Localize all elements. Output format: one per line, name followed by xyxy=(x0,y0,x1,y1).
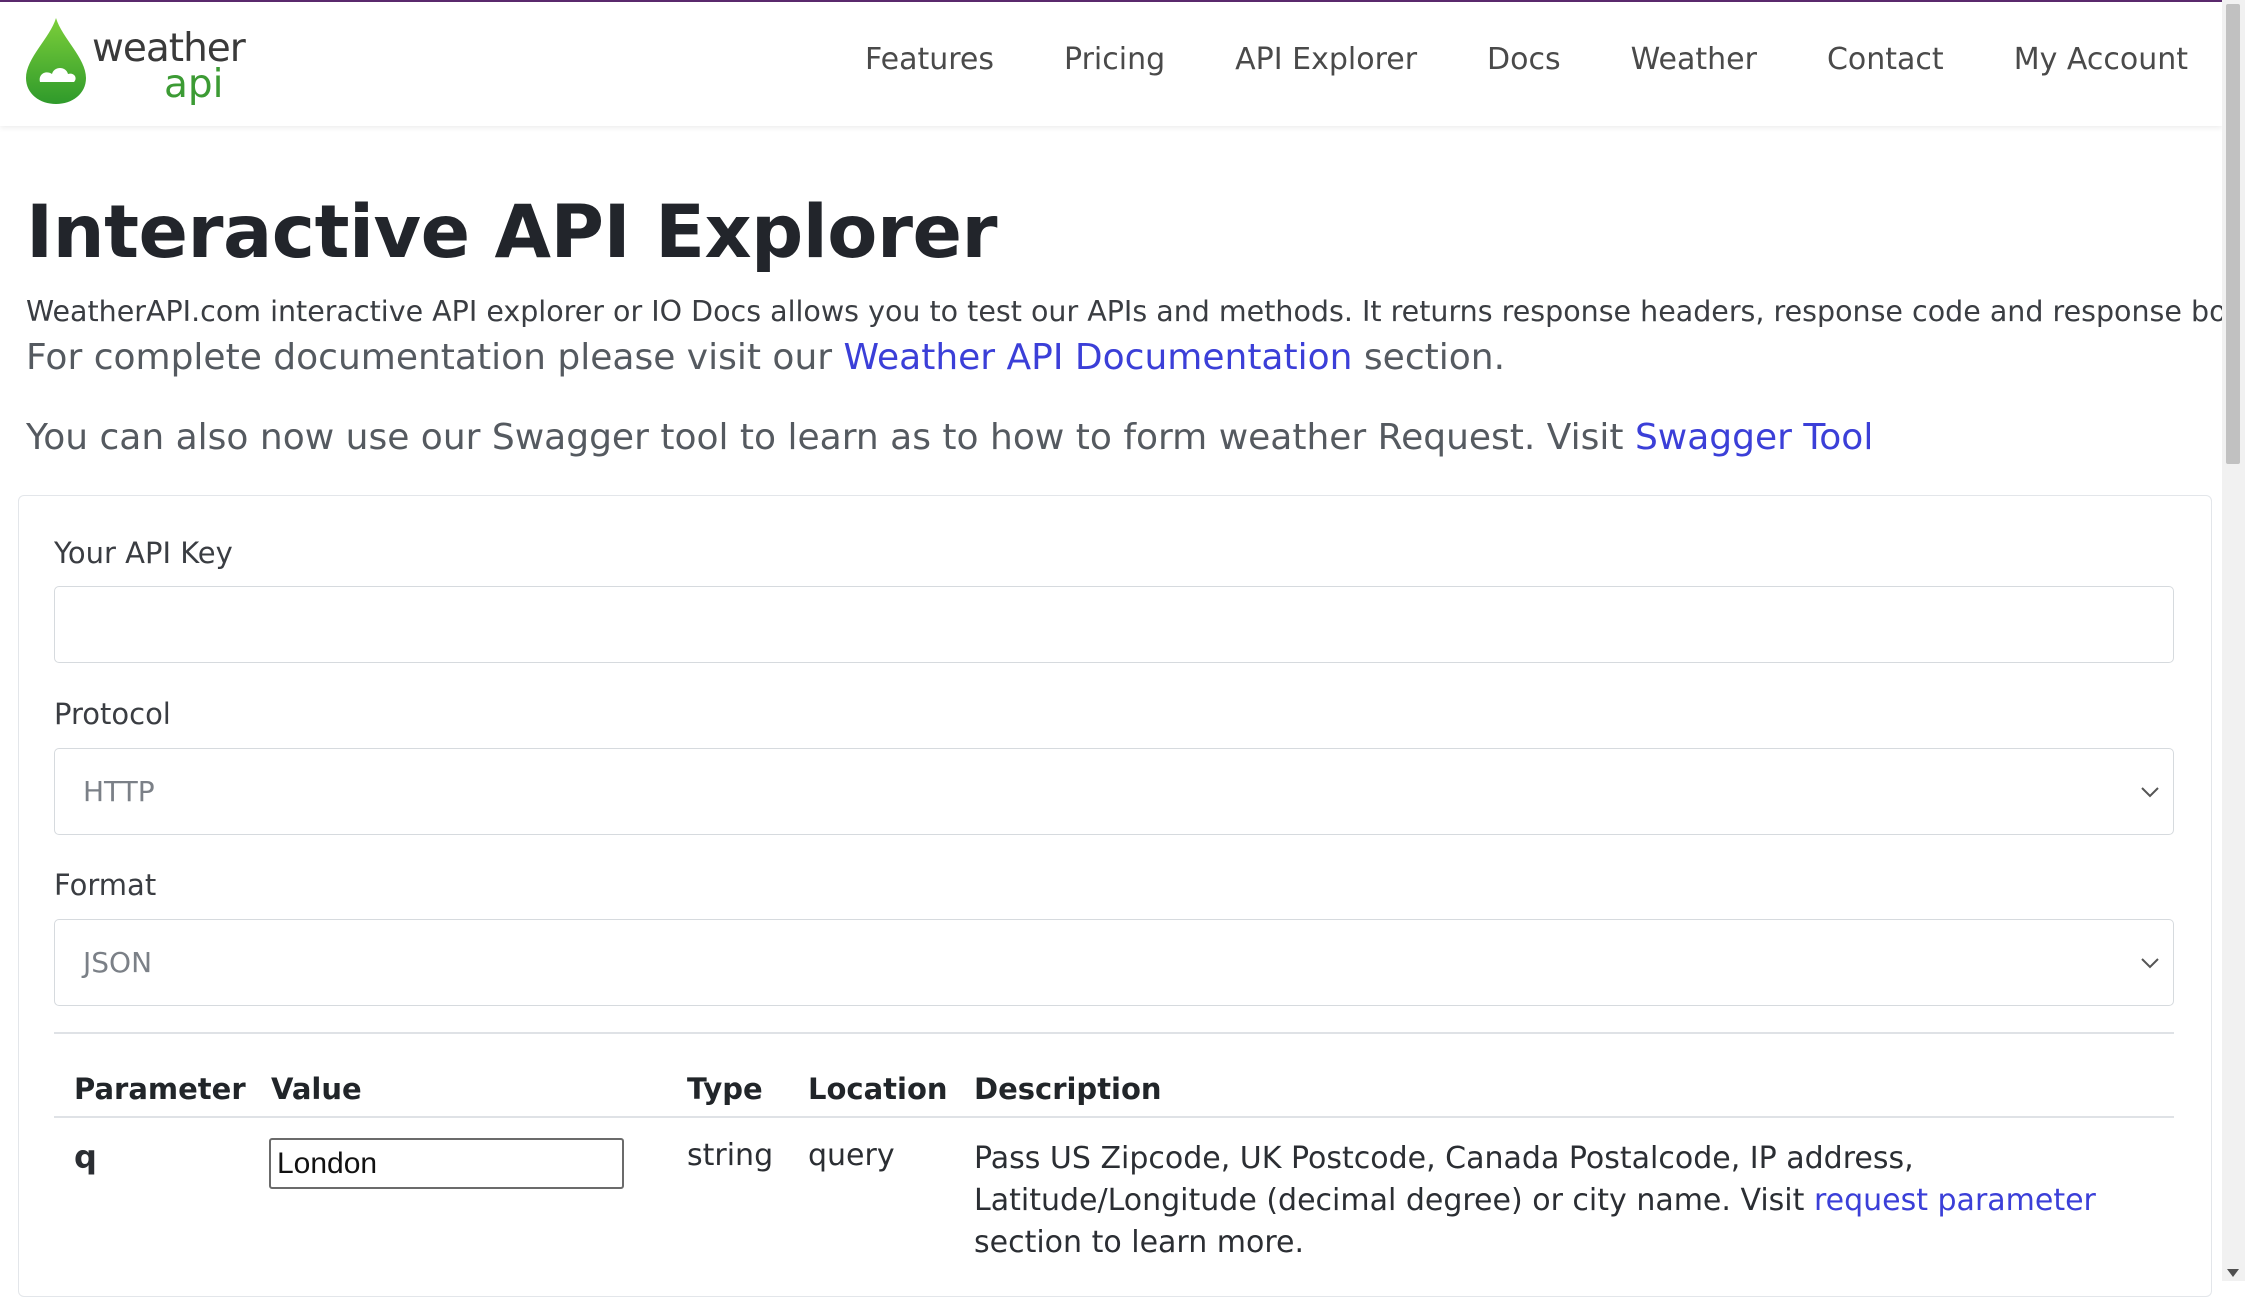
parameter-description-prefix: Pass US Zipcode, UK Postcode, Canada Pos… xyxy=(974,1141,1914,1218)
parameter-description: Pass US Zipcode, UK Postcode, Canada Pos… xyxy=(974,1138,2174,1264)
protocol-select[interactable]: HTTP xyxy=(54,748,2174,835)
protocol-label: Protocol xyxy=(54,697,171,731)
parameter-name: q xyxy=(74,1138,97,1176)
weather-api-documentation-link[interactable]: Weather API Documentation xyxy=(844,337,1353,378)
page-title: Interactive API Explorer xyxy=(26,190,997,275)
table-top-divider xyxy=(54,1032,2174,1034)
request-parameter-link[interactable]: request parameter xyxy=(1814,1183,2096,1218)
nav-contact[interactable]: Contact xyxy=(1827,42,1944,77)
nav-api-explorer[interactable]: API Explorer xyxy=(1235,42,1417,77)
format-select[interactable]: JSON xyxy=(54,919,2174,1006)
column-header-parameter: Parameter xyxy=(74,1072,246,1106)
nav-features[interactable]: Features xyxy=(865,42,994,77)
scrollbar-thumb[interactable] xyxy=(2226,4,2240,464)
api-key-input[interactable] xyxy=(54,586,2174,663)
api-explorer-form-card: Your API Key Protocol HTTP Format JSON P… xyxy=(18,495,2212,1297)
swagger-tool-link[interactable]: Swagger Tool xyxy=(1635,417,1873,458)
chevron-down-icon xyxy=(2141,957,2159,968)
brand-logo[interactable]: weather api xyxy=(24,16,246,108)
scroll-down-arrow-icon[interactable] xyxy=(2227,1269,2239,1277)
swagger-lead: You can also now use our Swagger tool to… xyxy=(26,417,1873,458)
table-header-divider xyxy=(54,1116,2174,1118)
format-selected-value: JSON xyxy=(83,946,153,979)
page-scrollbar[interactable] xyxy=(2222,0,2245,1281)
parameter-type: string xyxy=(687,1138,774,1173)
weather-api-logo-drop-icon xyxy=(26,18,86,104)
column-header-value: Value xyxy=(271,1072,362,1106)
parameter-description-suffix: section to learn more. xyxy=(974,1225,1305,1260)
nav-pricing[interactable]: Pricing xyxy=(1064,42,1165,77)
documentation-lead: For complete documentation please visit … xyxy=(26,337,1505,378)
column-header-description: Description xyxy=(974,1072,1162,1106)
api-key-label: Your API Key xyxy=(54,536,233,570)
top-navbar: weather api Features Pricing API Explore… xyxy=(0,2,2222,126)
nav-weather[interactable]: Weather xyxy=(1631,42,1757,77)
documentation-lead-suffix: section. xyxy=(1352,337,1506,378)
swagger-lead-prefix: You can also now use our Swagger tool to… xyxy=(26,417,1635,458)
parameter-q-value-input[interactable] xyxy=(269,1138,624,1189)
parameter-location: query xyxy=(808,1138,895,1173)
chevron-down-icon xyxy=(2141,786,2159,797)
brand-name-api: api xyxy=(164,62,224,107)
intro-text: WeatherAPI.com interactive API explorer … xyxy=(26,295,2245,328)
column-header-type: Type xyxy=(687,1072,763,1106)
format-label: Format xyxy=(54,868,157,902)
column-header-location: Location xyxy=(808,1072,948,1106)
protocol-selected-value: HTTP xyxy=(83,775,155,808)
main-nav: Features Pricing API Explorer Docs Weath… xyxy=(865,42,2188,77)
nav-my-account[interactable]: My Account xyxy=(2014,42,2188,77)
documentation-lead-prefix: For complete documentation please visit … xyxy=(26,337,844,378)
nav-docs[interactable]: Docs xyxy=(1487,42,1561,77)
